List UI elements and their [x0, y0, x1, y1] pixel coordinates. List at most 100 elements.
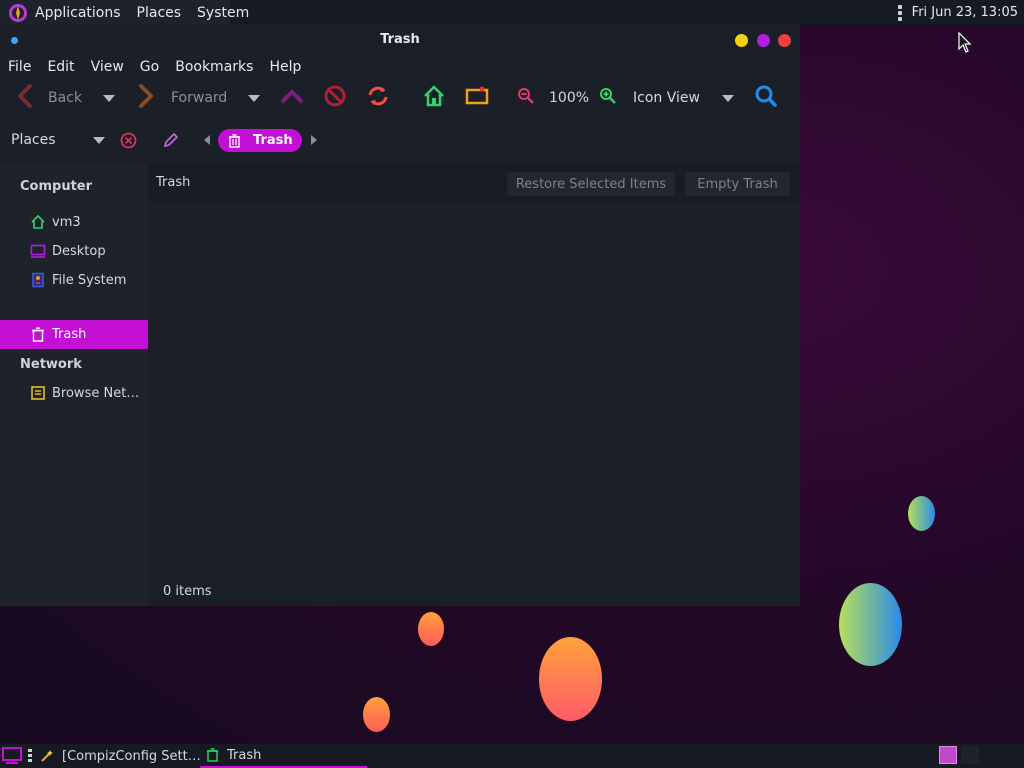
network-icon [30, 385, 46, 401]
top-right: Fri Jun 23, 13:05 [897, 0, 1018, 25]
breadcrumb-trash[interactable]: Trash [218, 129, 302, 152]
wallpaper-blob [908, 496, 935, 531]
sidebar-item-label: File System [52, 272, 127, 288]
content-pane: Trash Restore Selected Items Empty Trash… [149, 163, 800, 606]
status-bar: 0 items [149, 577, 800, 606]
chevron-down-icon [722, 94, 734, 102]
crumb-left-icon[interactable] [204, 135, 210, 145]
menu-go[interactable]: Go [140, 59, 159, 75]
panel-handle-icon[interactable] [897, 4, 902, 21]
wallpaper-blob [539, 637, 602, 721]
computer-button[interactable] [465, 79, 489, 117]
restore-selected-button[interactable]: Restore Selected Items [507, 172, 675, 196]
edit-location-icon[interactable] [162, 132, 179, 153]
wallpaper-blob [418, 612, 444, 646]
task-label: [CompizConfig Sett… [62, 748, 201, 764]
menu-file[interactable]: File [8, 59, 31, 75]
titlebar[interactable]: Trash [0, 25, 800, 55]
distro-logo-icon[interactable] [8, 3, 28, 23]
menu-help[interactable]: Help [269, 59, 301, 75]
sidebar-item-browse-network[interactable]: Browse Net… [0, 379, 148, 407]
bottom-panel: [CompizConfig Sett… Trash [0, 744, 1024, 768]
back-button[interactable]: Back [16, 79, 82, 117]
menu-bookmarks[interactable]: Bookmarks [175, 59, 253, 75]
file-manager-window: Trash File Edit View Go Bookmarks Help B… [0, 25, 800, 606]
top-menus: Applications Places System [0, 0, 249, 25]
sidebar-item-file-system[interactable]: File System [0, 266, 148, 294]
view-mode-dropdown[interactable] [722, 79, 734, 117]
sidebar-heading-network: Network [20, 357, 82, 372]
reload-icon [366, 84, 390, 112]
wallpaper-blob [839, 583, 902, 666]
chevron-down-icon[interactable] [93, 137, 105, 144]
back-history-dropdown[interactable] [103, 79, 115, 117]
zoom-out-button[interactable] [517, 79, 535, 117]
trash-icon [206, 748, 219, 762]
clock[interactable]: Fri Jun 23, 13:05 [912, 5, 1018, 20]
back-label: Back [48, 90, 82, 106]
minimize-button[interactable] [735, 34, 748, 47]
sidebar-item-label: vm3 [52, 214, 81, 230]
close-button[interactable] [778, 34, 791, 47]
sidebar-item-label: Desktop [52, 243, 106, 259]
places-menu[interactable]: Places [137, 5, 182, 21]
computer-icon [465, 84, 489, 112]
zoom-level[interactable]: 100% [549, 79, 589, 117]
wallpaper-blob [363, 697, 390, 732]
status-text: 0 items [163, 584, 212, 599]
show-desktop-icon[interactable] [2, 746, 22, 764]
up-arrow-icon [280, 84, 304, 112]
forward-button[interactable]: Forward [137, 79, 227, 117]
zoom-in-icon [599, 87, 617, 109]
up-button[interactable] [280, 79, 304, 117]
mouse-cursor-icon [958, 32, 972, 53]
close-sidebar-icon[interactable] [120, 132, 137, 153]
sidebar: Computer vm3 Desktop File System Trash N… [0, 163, 148, 606]
window-title: Trash [380, 32, 420, 47]
stop-icon [323, 84, 347, 112]
menu-view[interactable]: View [91, 59, 124, 75]
task-trash[interactable]: Trash [200, 744, 367, 768]
system-menu[interactable]: System [197, 5, 249, 21]
home-button[interactable] [422, 79, 446, 117]
home-icon [30, 214, 46, 230]
task-label: Trash [227, 747, 262, 763]
sidebar-item-label: Browse Net… [52, 385, 140, 401]
drive-icon [30, 272, 46, 288]
sidebar-mode-select[interactable]: Places [11, 132, 56, 148]
zoom-in-button[interactable] [599, 79, 617, 117]
sidebar-item-desktop[interactable]: Desktop [0, 237, 148, 265]
crumb-right-icon[interactable] [311, 135, 317, 145]
breadcrumb-label: Trash [253, 133, 293, 148]
trash-icon [228, 133, 241, 148]
empty-trash-button[interactable]: Empty Trash [685, 172, 790, 196]
maximize-button[interactable] [757, 34, 770, 47]
search-button[interactable] [754, 79, 778, 117]
back-arrow-icon [16, 84, 34, 112]
view-mode-select[interactable]: Icon View [633, 79, 700, 117]
top-panel: Applications Places System Fri Jun 23, 1… [0, 0, 1024, 25]
sidebar-item-label: Trash [52, 327, 87, 342]
file-view[interactable] [149, 203, 800, 577]
wand-icon [40, 749, 54, 763]
forward-history-dropdown[interactable] [248, 79, 260, 117]
sidebar-item-vm3[interactable]: vm3 [0, 208, 148, 236]
applications-menu[interactable]: Applications [35, 5, 121, 21]
workspace-2[interactable] [961, 746, 979, 764]
toolbar: Back Forward 100% Icon View [0, 79, 800, 117]
reload-button[interactable] [366, 79, 390, 117]
workspace-1[interactable] [939, 746, 957, 764]
chevron-down-icon [103, 94, 115, 102]
zoom-out-icon [517, 87, 535, 109]
forward-arrow-icon [137, 84, 155, 112]
task-compizconfig[interactable]: [CompizConfig Sett… [40, 744, 201, 768]
stop-button[interactable] [323, 79, 347, 117]
desktop-icon [30, 243, 46, 259]
sidebar-item-trash[interactable]: Trash [0, 320, 148, 349]
sidebar-heading-computer: Computer [20, 179, 93, 194]
panel-handle-icon[interactable] [28, 749, 32, 762]
location-bar: Places Trash [0, 117, 800, 163]
trash-info-label: Trash [156, 175, 191, 190]
menu-edit[interactable]: Edit [47, 59, 74, 75]
home-icon [422, 84, 446, 112]
